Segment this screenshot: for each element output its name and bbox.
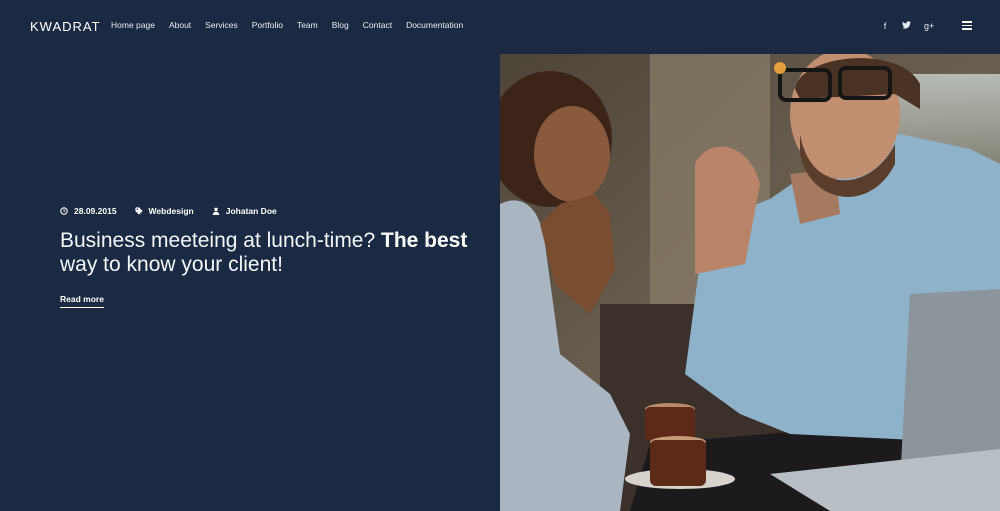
hero-photo <box>500 54 1000 511</box>
post-meta: 28.09.2015 Webdesign Johatan Doe <box>60 206 277 216</box>
post-title[interactable]: Business meeteing at lunch-time? The bes… <box>60 229 480 277</box>
post-author-text[interactable]: Johatan Doe <box>226 206 277 216</box>
site-logo[interactable]: KWADRAT <box>30 19 101 34</box>
twitter-icon[interactable] <box>902 21 912 31</box>
post-date-text: 28.09.2015 <box>74 206 117 216</box>
nav-services[interactable]: Services <box>205 20 238 30</box>
nav-blog[interactable]: Blog <box>332 20 349 30</box>
top-navbar: KWADRAT Home page About Services Portfol… <box>0 0 1000 54</box>
post-category-text[interactable]: Webdesign <box>149 206 194 216</box>
tag-icon <box>134 207 143 215</box>
facebook-icon[interactable]: f <box>880 21 890 31</box>
social-links: f g+ <box>880 21 935 31</box>
main-nav: Home page About Services Portfolio Team … <box>111 20 463 30</box>
read-more-link[interactable]: Read more <box>60 294 104 308</box>
nav-home[interactable]: Home page <box>111 20 155 30</box>
nav-documentation[interactable]: Documentation <box>406 20 463 30</box>
nav-contact[interactable]: Contact <box>363 20 392 30</box>
post-title-bold: The best <box>381 229 468 252</box>
post-title-part-1: Business meeteing at lunch-time? <box>60 229 381 252</box>
nav-team[interactable]: Team <box>297 20 318 30</box>
post-author[interactable]: Johatan Doe <box>212 206 277 216</box>
post-title-part-2: way to know your client! <box>60 253 283 276</box>
clock-icon <box>60 207 68 215</box>
post-date: 28.09.2015 <box>60 206 117 216</box>
hamburger-icon[interactable] <box>962 21 972 30</box>
google-plus-icon[interactable]: g+ <box>924 21 934 31</box>
user-icon <box>212 207 219 215</box>
nav-portfolio[interactable]: Portfolio <box>252 20 283 30</box>
nav-about[interactable]: About <box>169 20 191 30</box>
post-category[interactable]: Webdesign <box>134 206 194 216</box>
